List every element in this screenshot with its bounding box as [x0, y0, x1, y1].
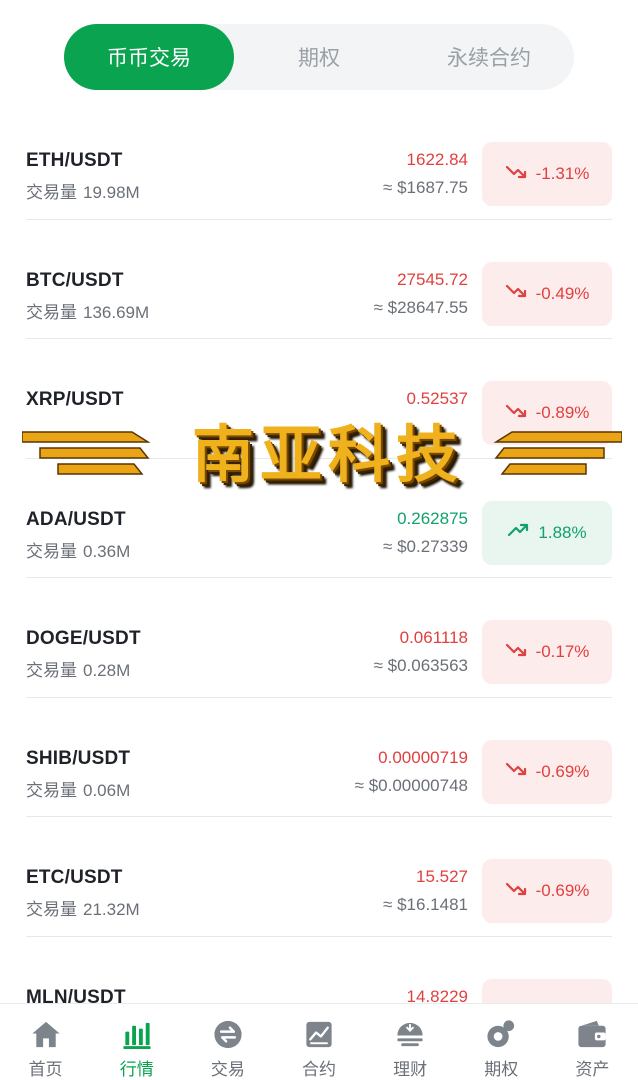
- last-price: 15.527: [416, 867, 468, 886]
- market-row[interactable]: ETH/USDT 交易量 19.98M 1622.84 ≈ $1687.75 -1…: [26, 100, 612, 220]
- pair-name: ETC/USDT: [26, 867, 123, 888]
- trend-down-icon: [505, 642, 536, 663]
- last-price: 0.061118: [399, 628, 468, 647]
- nav-label: 资产: [575, 1060, 610, 1079]
- last-price: 0.00000719: [378, 747, 468, 767]
- change-value: -0.69%: [535, 761, 590, 781]
- change-badge[interactable]: -0.69%: [482, 739, 612, 804]
- nav-label: 交易: [210, 1060, 245, 1079]
- market-row[interactable]: DOGE/USDT 交易量 0.28M 0.061118 ≈ $0.063563 …: [26, 578, 612, 698]
- nav-label: 理财: [393, 1060, 428, 1079]
- market-row[interactable]: BTC/USDT 交易量 136.69M 27545.72 ≈ $28647.55…: [26, 220, 612, 339]
- fiat-price: ≈ $0.00000748: [354, 775, 468, 795]
- change-badge[interactable]: -0.49%: [482, 261, 612, 326]
- change-value: -1.31%: [535, 164, 590, 183]
- market-type-tabs: 币币交易 期权 永续合约: [64, 24, 574, 90]
- volume: 交易量 21.32M: [26, 895, 140, 920]
- change-badge[interactable]: -0.89%: [482, 381, 612, 445]
- trend-down-icon: [505, 164, 536, 185]
- volume-value: 136.69M: [83, 302, 150, 322]
- pair-name: BTC/USDT: [26, 269, 124, 291]
- fiat-price: ≈ $0.063563: [373, 656, 468, 675]
- nav-label: 合约: [301, 1060, 336, 1079]
- trend-down-icon: [505, 881, 536, 902]
- last-price: 14.8229: [406, 986, 468, 1004]
- options-icon: [487, 1020, 515, 1048]
- volume-label: 交易量: [26, 780, 77, 800]
- fiat-price: ≈ $28647.55: [373, 297, 468, 317]
- trend-up-icon: [507, 522, 538, 543]
- volume-label: 交易量: [26, 302, 77, 322]
- market-row[interactable]: ETC/USDT 交易量 21.32M 15.527 ≈ $16.1481 -0.…: [26, 817, 612, 937]
- volume: 交易量 0.06M: [26, 776, 130, 801]
- volume: 交易量 0.28M: [26, 656, 130, 681]
- volume: 交易量 19.98M: [26, 178, 140, 203]
- change-badge[interactable]: 1.88%: [482, 500, 612, 565]
- nav-item-market[interactable]: 行情: [91, 1004, 182, 1080]
- change-badge[interactable]: -0.17%: [482, 620, 612, 684]
- volume-label: 交易量: [26, 541, 77, 561]
- pair-name: MLN/USDT: [26, 986, 126, 1004]
- bottom-nav: 首页 行情 交易 合约 理财 期权 资产: [0, 1003, 638, 1080]
- change-badge[interactable]: -0.69%: [482, 859, 612, 923]
- change-value: -0.17%: [535, 642, 590, 661]
- change-value: 1.88%: [538, 522, 587, 542]
- volume-value: 19.98M: [83, 183, 140, 202]
- finance-icon: [397, 1022, 423, 1047]
- pair-name: ETH/USDT: [26, 150, 123, 171]
- last-price: 0.52537: [406, 389, 468, 408]
- home-icon: [31, 1021, 60, 1048]
- volume-value: 0.28M: [83, 661, 131, 680]
- nav-item-trade[interactable]: 交易: [182, 1004, 273, 1080]
- nav-item-options[interactable]: 期权: [456, 1004, 547, 1080]
- nav-item-assets[interactable]: 资产: [547, 1004, 638, 1080]
- nav-label: 行情: [119, 1060, 154, 1079]
- volume-value: 21.32M: [83, 900, 140, 919]
- market-row[interactable]: ADA/USDT 交易量 0.36M 0.262875 ≈ $0.27339 1.…: [26, 459, 612, 578]
- exchange-icon: [214, 1020, 242, 1049]
- market-list: ETH/USDT 交易量 19.98M 1622.84 ≈ $1687.75 -1…: [0, 100, 638, 1003]
- fiat-price: ≈ $1687.75: [383, 178, 468, 197]
- fiat-price: ≈ $0.27339: [383, 536, 468, 556]
- volume-value: 0.36M: [83, 541, 131, 561]
- trend-down-icon: [505, 403, 536, 424]
- market-row[interactable]: MLN/USDT 14.8229: [26, 937, 612, 1004]
- trend-down-icon: [505, 761, 536, 782]
- pair-name: ADA/USDT: [26, 508, 126, 530]
- volume: 交易量 136.69M: [26, 298, 149, 323]
- market-bars-icon: [123, 1022, 151, 1050]
- last-price: 27545.72: [397, 269, 468, 289]
- volume: 交易量 0.36M: [26, 537, 130, 562]
- volume-label: 交易量: [26, 900, 77, 919]
- nav-item-finance[interactable]: 理财: [365, 1004, 456, 1080]
- change-badge[interactable]: [482, 978, 612, 1003]
- volume-label: 交易量: [26, 661, 77, 680]
- market-row[interactable]: XRP/USDT 交易量 0.52537 -0.89%: [26, 339, 612, 459]
- change-value: -0.69%: [535, 881, 590, 900]
- tab-perpetual-contracts[interactable]: 永续合约: [404, 24, 574, 90]
- contract-chart-icon: [306, 1021, 332, 1048]
- tab-spot-trading[interactable]: 币币交易: [64, 24, 234, 90]
- nav-item-home[interactable]: 首页: [0, 1004, 91, 1080]
- wallet-icon: [578, 1020, 606, 1048]
- trend-down-icon: [505, 283, 536, 304]
- tab-options[interactable]: 期权: [234, 24, 404, 90]
- volume-label: 交易量: [26, 183, 77, 202]
- pair-name: XRP/USDT: [26, 389, 124, 410]
- volume-value: 0.06M: [83, 780, 131, 800]
- fiat-price: ≈ $16.1481: [383, 895, 468, 914]
- change-value: -0.89%: [535, 403, 590, 422]
- change-value: -0.49%: [535, 283, 590, 303]
- nav-label: 期权: [484, 1060, 519, 1079]
- market-row[interactable]: SHIB/USDT 交易量 0.06M 0.00000719 ≈ $0.00000…: [26, 698, 612, 817]
- nav-item-contract[interactable]: 合约: [273, 1004, 364, 1080]
- pair-name: DOGE/USDT: [26, 628, 141, 649]
- change-badge[interactable]: -1.31%: [482, 142, 612, 206]
- last-price: 0.262875: [397, 508, 468, 528]
- last-price: 1622.84: [406, 150, 468, 169]
- nav-label: 首页: [28, 1060, 63, 1079]
- pair-name: SHIB/USDT: [26, 747, 131, 769]
